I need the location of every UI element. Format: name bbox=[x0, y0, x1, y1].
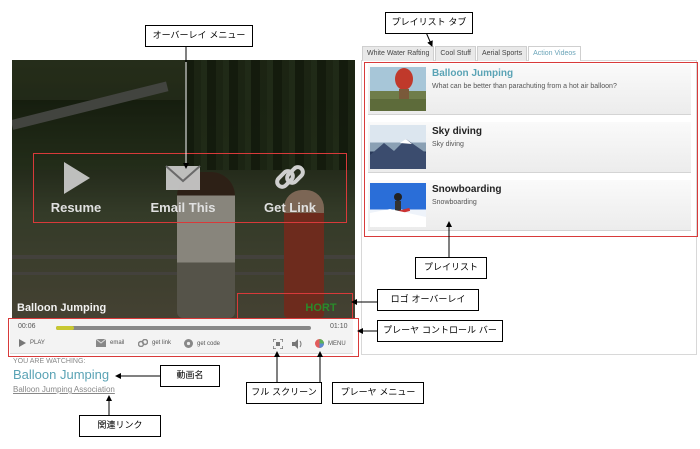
callout-player-control-bar: プレーヤ コントロール バー bbox=[377, 320, 503, 342]
callout-full-screen: フル スクリーン bbox=[246, 382, 322, 404]
callout-player-menu: プレーヤ メニュー bbox=[332, 382, 424, 404]
callout-playlist: プレイリスト bbox=[415, 257, 487, 279]
callout-overlay-menu: オーバーレイ メニュー bbox=[145, 25, 253, 47]
callout-related-link: 関連リンク bbox=[79, 415, 161, 437]
callout-playlist-tab: プレイリスト タブ bbox=[385, 12, 473, 34]
callout-video-name: 動画名 bbox=[160, 365, 220, 387]
callout-logo-overlay: ロゴ オーバーレイ bbox=[377, 289, 479, 311]
